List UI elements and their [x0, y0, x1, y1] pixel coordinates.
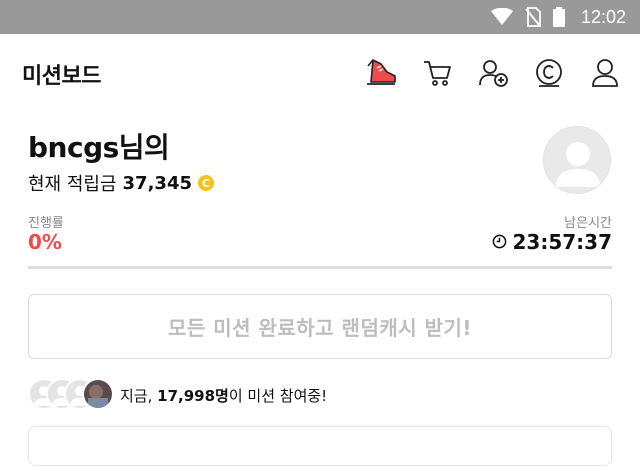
points-label: 현재 적립금	[28, 174, 117, 195]
participants-row: 지금, 17,998명이 미션 참여중!	[28, 378, 327, 412]
page-title: 미션보드	[22, 64, 101, 89]
claim-random-cash-button[interactable]: 모든 미션 완료하고 랜덤캐시 받기!	[28, 294, 612, 359]
progress-label: 진행률	[28, 216, 64, 231]
status-time: 12:02	[580, 6, 626, 27]
remaining-time-value: 23:57:37	[512, 230, 613, 254]
profile-summary: bncgs님의 현재 적립금 37,345 C	[28, 126, 214, 196]
add-friend-icon[interactable]	[476, 56, 510, 90]
app-bar: 미션보드	[0, 34, 640, 112]
username: bncgs	[28, 131, 119, 164]
avatar	[82, 378, 114, 410]
username-line: bncgs님의	[28, 126, 214, 166]
avatar[interactable]	[543, 126, 611, 194]
participants-text: 지금, 17,998명이 미션 참여중!	[120, 385, 327, 406]
wifi-icon	[490, 8, 513, 26]
remaining-time: 23:57:37	[492, 230, 613, 254]
header-actions	[364, 56, 622, 90]
participants-suffix: 이 미션 참여중!	[228, 386, 328, 405]
progress-bar	[28, 266, 612, 269]
sneaker-icon[interactable]	[364, 56, 398, 90]
points-row: 현재 적립금 37,345 C	[28, 170, 214, 196]
profile-icon[interactable]	[588, 56, 622, 90]
participant-avatars	[28, 378, 114, 412]
remaining-time-label: 남은시간	[564, 216, 612, 231]
no-sim-icon	[525, 7, 541, 27]
progress-value: 0%	[28, 230, 62, 254]
clock-icon	[492, 230, 507, 254]
coin-badge-icon: C	[198, 175, 214, 191]
participants-count: 17,998명	[157, 386, 229, 405]
username-suffix: 님의	[118, 131, 170, 164]
mission-card[interactable]	[28, 426, 612, 466]
status-bar: 12:02	[0, 0, 640, 34]
points-value: 37,345	[122, 172, 192, 194]
participants-prefix: 지금,	[120, 386, 153, 405]
battery-icon	[552, 7, 565, 27]
coin-icon[interactable]	[532, 56, 566, 90]
cart-icon[interactable]	[420, 56, 454, 90]
